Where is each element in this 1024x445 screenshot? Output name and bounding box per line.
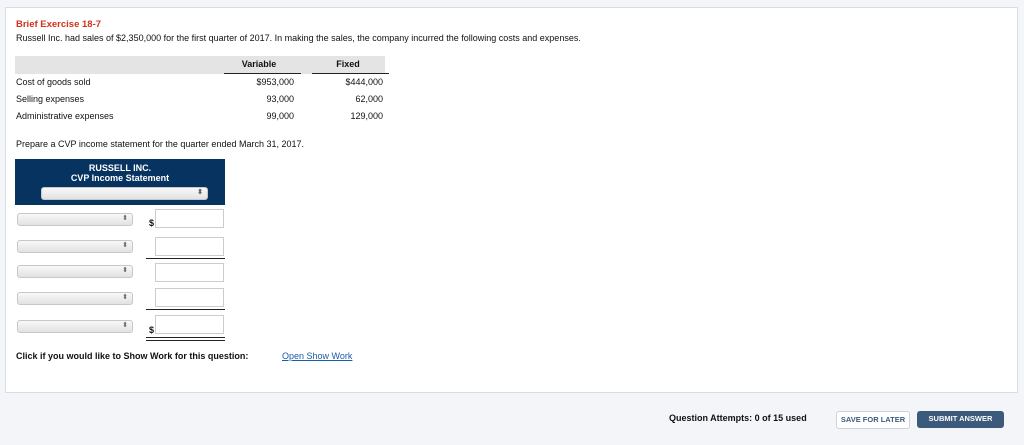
attempts-counter: Question Attempts: 0 of 15 used <box>669 413 807 423</box>
statement-header: RUSSELL INC. CVP Income Statement ⬍ <box>15 159 225 205</box>
header-variable: Variable <box>241 59 277 69</box>
line-item-select-4[interactable]: ⬍ <box>17 292 133 305</box>
amount-input-3[interactable] <box>155 263 224 282</box>
show-work-prompt: Click if you would like to Show Work for… <box>16 351 249 361</box>
select-arrows-icon: ⬍ <box>122 215 128 222</box>
open-show-work-link[interactable]: Open Show Work <box>282 351 352 361</box>
amount-input-2[interactable] <box>155 237 224 256</box>
amount-input-5[interactable] <box>155 315 224 334</box>
amount-input-4[interactable] <box>155 288 224 307</box>
dollar-sign: $ <box>149 325 155 335</box>
exercise-title: Brief Exercise 18-7 <box>16 19 102 30</box>
amount-input-1[interactable] <box>155 209 224 228</box>
select-arrows-icon: ⬍ <box>122 322 128 329</box>
select-arrows-icon: ⬍ <box>197 189 203 196</box>
period-select[interactable]: ⬍ <box>41 187 208 200</box>
select-arrows-icon: ⬍ <box>122 242 128 249</box>
question-panel: Brief Exercise 18-7 Russell Inc. had sal… <box>5 7 1018 393</box>
line-item-select-2[interactable]: ⬍ <box>17 240 133 253</box>
save-for-later-button[interactable]: SAVE FOR LATER <box>836 411 910 429</box>
dollar-sign: $ <box>149 218 155 228</box>
select-arrows-icon: ⬍ <box>122 294 128 301</box>
problem-text: Russell Inc. had sales of $2,350,000 for… <box>16 33 581 43</box>
submit-answer-button[interactable]: SUBMIT ANSWER <box>917 411 1004 428</box>
line-item-select-1[interactable]: ⬍ <box>17 213 133 226</box>
select-arrows-icon: ⬍ <box>122 267 128 274</box>
statement-title: CVP Income Statement <box>70 173 170 183</box>
company-name: RUSSELL INC. <box>88 163 152 173</box>
line-item-select-3[interactable]: ⬍ <box>17 265 133 278</box>
instruction-text: Prepare a CVP income statement for the q… <box>16 139 304 149</box>
header-fixed: Fixed <box>336 59 360 69</box>
line-item-select-5[interactable]: ⬍ <box>17 320 133 333</box>
